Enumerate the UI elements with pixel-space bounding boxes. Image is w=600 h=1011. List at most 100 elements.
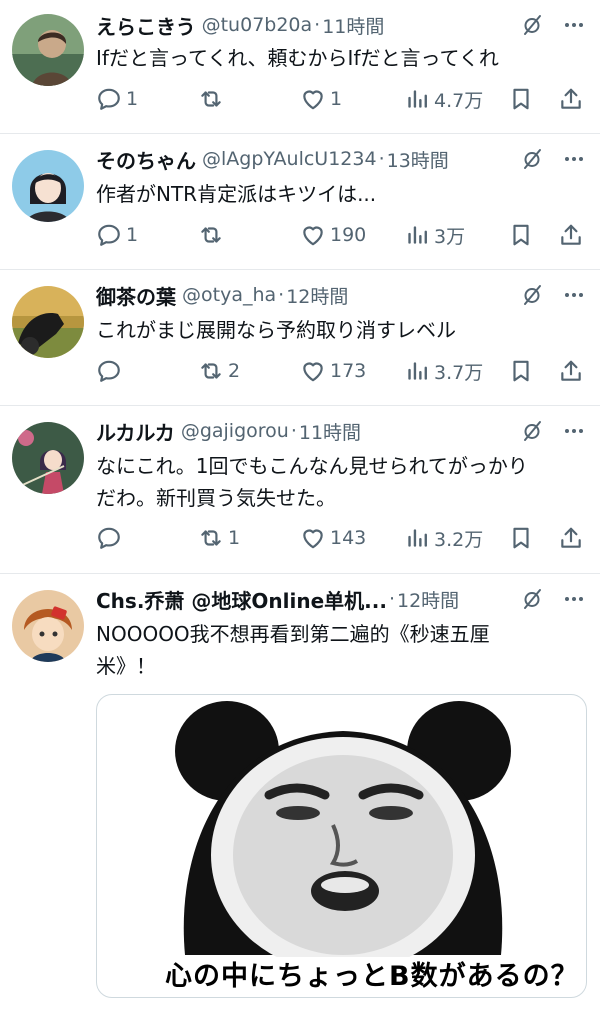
tweet[interactable]: えらこきう @tu07b20a · 11時間 Ifだと言ってくれ、頼むからIfだ… bbox=[0, 0, 600, 134]
more-icon[interactable] bbox=[562, 283, 586, 307]
reply-button[interactable]: 1 bbox=[96, 220, 138, 250]
more-icon[interactable] bbox=[562, 147, 586, 171]
bookmark-icon bbox=[508, 358, 534, 384]
grok-slash-icon[interactable] bbox=[520, 147, 544, 171]
tweet-text: なにこれ。1回でもこんなん見せられてがっかり だわ。新刊買う気失せた。 bbox=[96, 450, 576, 514]
bookmark-button[interactable] bbox=[508, 523, 534, 553]
reply-count: 1 bbox=[126, 88, 139, 110]
separator: · bbox=[290, 420, 297, 442]
tweet[interactable]: そのちゃん @lAgpYAulcU1234 · 13時間 作者がNTR肯定派はキ… bbox=[0, 134, 600, 270]
avatar[interactable] bbox=[12, 286, 84, 358]
tweet[interactable]: 御茶の葉 @otya_ha · 12時間 これがまじ展開なら予約取り消すレベル … bbox=[0, 270, 600, 406]
reply-button[interactable] bbox=[96, 356, 126, 386]
view-count: 3.2万 bbox=[434, 528, 484, 551]
action-bar: 1 1 4.7万 bbox=[96, 84, 586, 114]
reply-icon bbox=[96, 222, 122, 248]
like-button[interactable]: 173 bbox=[300, 356, 366, 386]
bookmark-button[interactable] bbox=[508, 220, 534, 250]
display-name[interactable]: そのちゃん bbox=[96, 145, 196, 174]
retweet-icon bbox=[198, 222, 224, 248]
retweet-button[interactable]: 1 bbox=[198, 523, 240, 553]
meme-caption: 心の中にちょっとB数があるの？ bbox=[165, 961, 579, 992]
user-handle[interactable]: @tu07b20a bbox=[202, 14, 313, 36]
more-icon[interactable] bbox=[562, 13, 586, 37]
like-button[interactable]: 190 bbox=[300, 220, 366, 250]
timestamp[interactable]: 11時間 bbox=[322, 12, 384, 39]
user-handle[interactable]: @gajigorou bbox=[181, 420, 289, 442]
like-button[interactable]: 1 bbox=[300, 84, 342, 114]
tweet-text: Ifだと言ってくれ、頼むからIfだと言ってくれ bbox=[96, 46, 499, 70]
share-icon bbox=[558, 86, 584, 112]
separator: · bbox=[378, 148, 385, 170]
avatar[interactable] bbox=[12, 150, 84, 222]
grok-slash-icon[interactable] bbox=[520, 587, 544, 611]
action-bar: 1 190 3万 bbox=[96, 220, 586, 250]
bookmark-button[interactable] bbox=[508, 356, 534, 386]
avatar[interactable] bbox=[12, 14, 84, 86]
views-icon bbox=[404, 86, 430, 112]
views-icon bbox=[404, 525, 430, 551]
views-button[interactable]: 3万 bbox=[404, 220, 465, 250]
view-count: 4.7万 bbox=[434, 89, 484, 112]
tweet[interactable]: ルカルカ @gajigorou · 11時間 なにこれ。1回でもこんなん見せられ… bbox=[0, 406, 600, 574]
action-bar: 1 143 3.2万 bbox=[96, 523, 586, 553]
retweet-button[interactable]: 2 bbox=[198, 356, 240, 386]
views-button[interactable]: 3.2万 bbox=[404, 523, 483, 553]
bookmark-button[interactable] bbox=[508, 84, 534, 114]
tweet-header: そのちゃん @lAgpYAulcU1234 · 13時間 bbox=[96, 144, 600, 174]
user-handle[interactable]: @otya_ha bbox=[182, 284, 276, 306]
panda-face-image bbox=[165, 695, 521, 997]
share-button[interactable] bbox=[558, 523, 584, 553]
action-bar: 2 173 3.7万 bbox=[96, 356, 586, 386]
like-count: 190 bbox=[330, 224, 367, 246]
display-name[interactable]: 御茶の葉 bbox=[96, 281, 176, 310]
views-button[interactable]: 3.7万 bbox=[404, 356, 483, 386]
retweet-count: 1 bbox=[228, 527, 241, 549]
tweet-header: えらこきう @tu07b20a · 11時間 bbox=[96, 10, 600, 40]
retweet-button[interactable] bbox=[198, 84, 228, 114]
tweet-text: これがまじ展開なら予約取り消すレベル bbox=[96, 318, 456, 342]
tweet-media[interactable]: 心の中にちょっとB数があるの？ bbox=[96, 694, 587, 998]
more-icon[interactable] bbox=[562, 419, 586, 443]
like-icon bbox=[300, 358, 326, 384]
retweet-button[interactable] bbox=[198, 220, 228, 250]
display-name[interactable]: えらこきう bbox=[96, 11, 196, 40]
timestamp[interactable]: 12時間 bbox=[397, 586, 459, 613]
separator: · bbox=[388, 588, 395, 610]
like-icon bbox=[300, 525, 326, 551]
share-icon bbox=[558, 525, 584, 551]
views-button[interactable]: 4.7万 bbox=[404, 84, 483, 114]
timestamp[interactable]: 13時間 bbox=[387, 146, 449, 173]
like-icon bbox=[300, 222, 326, 248]
grok-slash-icon[interactable] bbox=[520, 13, 544, 37]
grok-slash-icon[interactable] bbox=[520, 283, 544, 307]
tweet-header: Chs.乔萧 @地球Online单机... · 12時間 bbox=[96, 584, 500, 614]
reply-icon bbox=[96, 86, 122, 112]
user-handle[interactable]: @lAgpYAulcU1234 bbox=[202, 148, 377, 170]
reply-count: 1 bbox=[126, 224, 139, 246]
avatar[interactable] bbox=[12, 422, 84, 494]
share-button[interactable] bbox=[558, 84, 584, 114]
reply-button[interactable]: 1 bbox=[96, 84, 138, 114]
display-name[interactable]: Chs.乔萧 @地球Online单机... bbox=[96, 585, 387, 614]
timestamp[interactable]: 12時間 bbox=[286, 282, 348, 309]
like-button[interactable]: 143 bbox=[300, 523, 366, 553]
share-button[interactable] bbox=[558, 220, 584, 250]
tweet-text: 作者がNTR肯定派はキツイは... bbox=[96, 182, 377, 206]
bookmark-icon bbox=[508, 525, 534, 551]
retweet-icon bbox=[198, 525, 224, 551]
more-icon[interactable] bbox=[562, 587, 586, 611]
reply-button[interactable] bbox=[96, 523, 126, 553]
display-name[interactable]: ルカルカ bbox=[96, 417, 175, 446]
share-button[interactable] bbox=[558, 356, 584, 386]
avatar[interactable] bbox=[12, 590, 84, 662]
timestamp[interactable]: 11時間 bbox=[299, 418, 361, 445]
tweet-header-icons bbox=[510, 584, 600, 614]
separator: · bbox=[314, 14, 321, 36]
share-icon bbox=[558, 222, 584, 248]
tweet-header: 御茶の葉 @otya_ha · 12時間 bbox=[96, 280, 600, 310]
bookmark-icon bbox=[508, 86, 534, 112]
grok-slash-icon[interactable] bbox=[520, 419, 544, 443]
reply-icon bbox=[96, 358, 122, 384]
reply-icon bbox=[96, 525, 122, 551]
